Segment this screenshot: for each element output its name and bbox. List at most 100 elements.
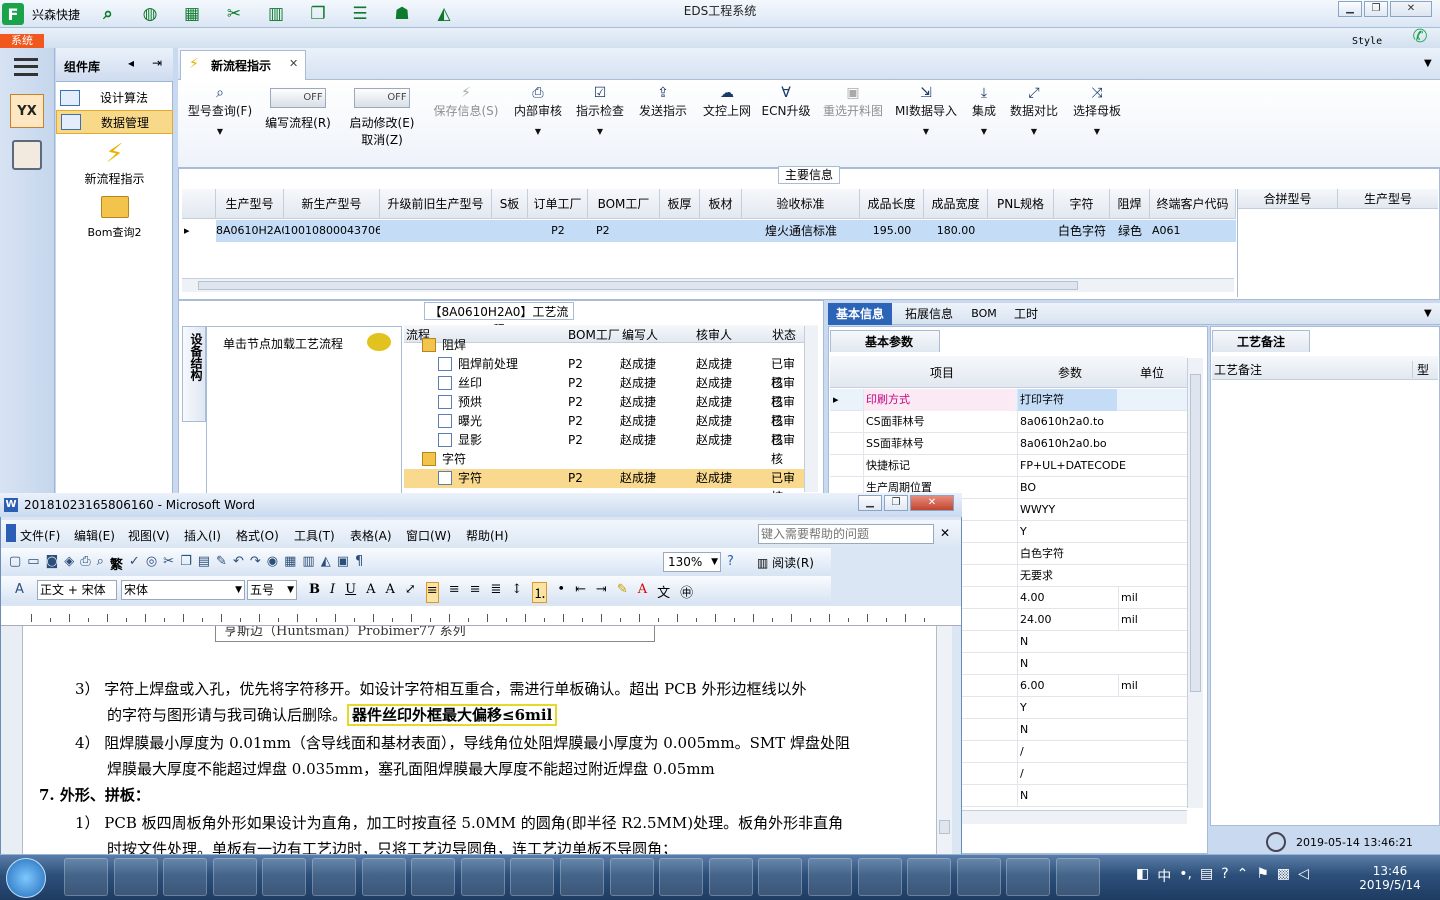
punctuation-icon[interactable]: •, (1179, 866, 1192, 886)
param-row[interactable]: ▸ 印刷方式 打印字符 (830, 389, 1187, 411)
column-header[interactable]: 成品宽度 (924, 189, 988, 219)
param-value[interactable]: N (1017, 719, 1117, 741)
flow-row[interactable]: 阻焊前处理 P2 赵成捷 赵成捷 已审核 (404, 355, 804, 390)
menu-file[interactable]: 文件(F) (20, 527, 60, 544)
research-icon[interactable]: ◎ (146, 554, 157, 573)
save-icon[interactable]: ◙ (46, 554, 59, 573)
bullets-icon[interactable]: • (557, 582, 565, 603)
column-header[interactable]: 项目 (930, 364, 954, 381)
align-right-icon[interactable]: ≡ (470, 582, 481, 603)
taskbar-excel-doc-1-button[interactable] (510, 858, 555, 896)
help-icon[interactable]: ? (727, 554, 734, 569)
taskbar-pdf-app-button[interactable] (361, 858, 406, 896)
font-select[interactable]: 宋体 ▼ (121, 580, 245, 600)
column-header[interactable]: 验收标准 (742, 189, 860, 219)
column-header[interactable]: 型 (1412, 361, 1429, 378)
model-query-button[interactable]: ⌕ 型号查询(F) ▼ (184, 84, 256, 136)
line-spacing-icon[interactable]: ↕ (511, 582, 522, 603)
format-painter-icon[interactable]: ✎ (216, 554, 227, 573)
highlight-icon[interactable]: ✎ (617, 582, 628, 603)
calculator-icon[interactable] (12, 140, 42, 170)
word-vertical-scrollbar[interactable] (936, 626, 952, 854)
flow-row[interactable]: 显影 P2 赵成捷 赵成捷 已审核 (404, 431, 804, 466)
taskbar-excel-doc-2-button[interactable] (560, 858, 604, 896)
taskbar-window-5-button[interactable] (956, 858, 1001, 896)
param-value[interactable]: 6.00 (1017, 675, 1117, 697)
keyboard-icon[interactable]: ▤ (1200, 866, 1213, 886)
column-header[interactable]: 阻焊 (1110, 189, 1150, 219)
restore-button[interactable]: ❐ (1364, 1, 1388, 17)
tab-work-hours[interactable]: 工时 (1008, 303, 1044, 325)
menu-edit[interactable]: 编辑(E) (74, 527, 115, 544)
new-icon[interactable]: ▢ (9, 554, 21, 573)
param-value[interactable]: N (1017, 653, 1117, 675)
taskbar-ie-app-button[interactable] (262, 858, 307, 896)
word-minimize-button[interactable]: ▁ (858, 495, 882, 511)
taskbar-drive-app-button[interactable] (212, 858, 257, 896)
taskbar-window-2-button[interactable] (808, 858, 852, 896)
param-value[interactable]: N (1017, 631, 1117, 653)
column-header[interactable]: 生产型号 (216, 189, 284, 219)
zoom-select[interactable]: 130% ▼ (663, 552, 721, 572)
cancel-label[interactable]: 取消(Z) (344, 131, 420, 148)
column-header[interactable]: BOM工厂 (588, 189, 660, 219)
redo-icon[interactable]: ↷ (250, 554, 261, 573)
param-value[interactable]: / (1017, 741, 1117, 763)
table-cell[interactable]: P2 (528, 220, 588, 242)
read-button[interactable]: ▥ 阅读(R) (757, 554, 814, 571)
taskbar-word-doc-2-button[interactable] (460, 858, 505, 896)
permission-icon[interactable]: ◈ (64, 554, 74, 573)
word-close-button[interactable]: ✕ (910, 495, 954, 511)
table-cell[interactable] (660, 220, 700, 242)
numbering-icon[interactable]: ⒈ (532, 582, 548, 603)
column-header[interactable]: 单位 (1140, 364, 1164, 381)
phone-icon[interactable]: ✆ (1408, 26, 1432, 47)
center-icon[interactable]: ≡ (449, 582, 460, 603)
table-cell[interactable]: 煌火通信标准 (742, 220, 860, 242)
flow-row[interactable]: 预烘 P2 赵成捷 赵成捷 已审核 (404, 393, 804, 428)
border-char-icon[interactable]: A (366, 582, 375, 603)
taskbar-window-1-button[interactable] (758, 858, 803, 896)
column-header[interactable]: 工艺备注 (1214, 361, 1262, 378)
clock[interactable]: 13:46 2019/5/14 (1350, 864, 1430, 892)
param-value[interactable]: 8a0610h2a0.bo (1017, 433, 1117, 455)
pin-icon[interactable]: ⇥ (152, 56, 162, 70)
minimize-button[interactable]: ▁ (1338, 1, 1362, 17)
toggle-switch[interactable]: OFF (354, 88, 410, 108)
column-header[interactable]: 板材 (700, 189, 742, 219)
flow-vertical-scrollbar[interactable] (804, 326, 818, 492)
param-value[interactable]: / (1017, 763, 1117, 785)
taskbar-window-3-button[interactable] (857, 858, 902, 896)
style-select[interactable]: 正文 + 宋体 (37, 580, 117, 600)
doc-online-button[interactable]: ☁ 文控上网 (698, 84, 756, 119)
tab-basic-params[interactable]: 基本参数 (830, 330, 940, 352)
flow-row[interactable]: 阻焊 (404, 336, 804, 355)
close-button[interactable]: ✕ (1390, 1, 1432, 17)
panel-item-data-management[interactable]: 数据管理 (56, 110, 173, 134)
param-row[interactable]: CS面菲林号 8a0610h2a0.to (830, 411, 1187, 433)
paste-icon[interactable]: ▤ (198, 554, 210, 573)
show-hide-icon[interactable]: ¶ (355, 554, 363, 573)
collapse-left-icon[interactable]: ◂ (128, 56, 134, 70)
write-flow-toggle[interactable]: OFF 编写流程(R) (262, 86, 334, 131)
param-row[interactable]: SS面菲林号 8a0610h2a0.bo (830, 433, 1187, 455)
underline-icon[interactable]: U (345, 582, 356, 603)
param-value[interactable]: 4.00 (1017, 587, 1117, 609)
table-cell[interactable] (492, 220, 528, 242)
word-document-area[interactable]: 亨斯迈（Huntsman）Probimer77 系列 3） 字符上焊盘或入孔，优… (23, 626, 936, 856)
table-cell[interactable] (380, 220, 492, 242)
column-header[interactable]: 订单工厂 (528, 189, 588, 219)
close-tab-icon[interactable]: ✕ (289, 57, 298, 70)
open-icon[interactable]: ▭ (27, 554, 39, 573)
horizontal-scrollbar[interactable] (182, 278, 1234, 292)
ime-icon[interactable]: ◧ (1136, 866, 1149, 886)
menu-insert[interactable]: 插入(I) (184, 527, 221, 544)
table-cell[interactable]: 195.00 (860, 220, 924, 242)
enclose-icon[interactable]: ㊥ (680, 582, 693, 603)
table-cell[interactable]: 8A0610H2A0 (216, 220, 288, 242)
taskbar-window-6-button[interactable] (1006, 858, 1051, 896)
word-restore-button[interactable]: ❐ (884, 495, 908, 511)
taskbar-fish-app-button[interactable] (1056, 858, 1100, 896)
column-header[interactable]: 成品长度 (860, 189, 924, 219)
menu-table[interactable]: 表格(A) (350, 527, 392, 544)
